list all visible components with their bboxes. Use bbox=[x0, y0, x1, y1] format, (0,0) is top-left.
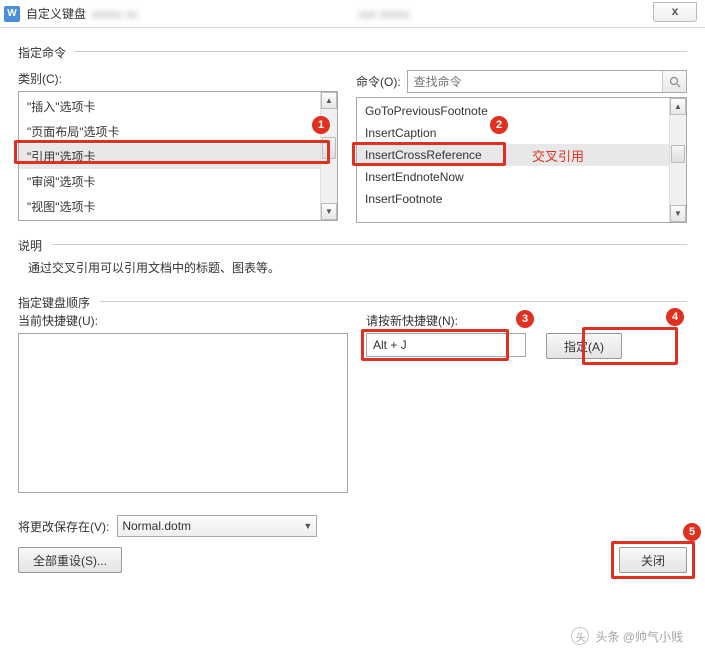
chevron-down-icon: ▼ bbox=[303, 521, 312, 531]
new-shortcut-input[interactable] bbox=[366, 333, 526, 357]
category-label: 类别(C): bbox=[18, 70, 338, 87]
category-item[interactable]: "页面布局"选项卡 bbox=[19, 119, 337, 144]
command-listbox[interactable]: GoToPreviousFootnoteInsertCaptionInsertC… bbox=[356, 97, 687, 223]
section-keyboard: 指定键盘顺序 当前快捷键(U): 请按新快捷键(N): 指定(A) 3 4 bbox=[18, 294, 687, 501]
current-shortcut-box[interactable] bbox=[18, 333, 348, 493]
search-box[interactable] bbox=[407, 70, 687, 93]
close-button[interactable]: x bbox=[653, 2, 697, 22]
scrollbar[interactable]: ▲ ▼ bbox=[320, 92, 337, 220]
category-listbox[interactable]: "插入"选项卡"页面布局"选项卡"引用"选项卡"审阅"选项卡"视图"选项卡 ▲ … bbox=[18, 91, 338, 221]
window-title: 自定义键盘 bbox=[26, 5, 86, 22]
command-label: 命令(O): bbox=[356, 73, 401, 90]
command-item[interactable]: InsertEndnoteNow bbox=[357, 166, 686, 188]
command-item[interactable]: GoToPreviousFootnote bbox=[357, 100, 686, 122]
scrollbar[interactable]: ▲ ▼ bbox=[669, 98, 686, 222]
reset-all-button[interactable]: 全部重设(S)... bbox=[18, 547, 122, 573]
app-icon: W bbox=[4, 6, 20, 22]
command-item[interactable]: InsertCrossReference bbox=[357, 144, 686, 166]
scroll-up-icon[interactable]: ▲ bbox=[321, 92, 337, 109]
category-item[interactable]: "引用"选项卡 bbox=[19, 144, 337, 169]
title-blur: xxxxx xx bbox=[92, 7, 137, 21]
save-in-select[interactable]: Normal.dotm ▼ bbox=[117, 515, 317, 537]
search-input[interactable] bbox=[408, 71, 662, 92]
scroll-down-icon[interactable]: ▼ bbox=[321, 203, 337, 220]
assign-button[interactable]: 指定(A) bbox=[546, 333, 622, 359]
save-in-value: Normal.dotm bbox=[122, 519, 191, 533]
save-in-label: 将更改保存在(V): bbox=[18, 518, 109, 535]
current-shortcut-label: 当前快捷键(U): bbox=[18, 312, 348, 329]
scroll-down-icon[interactable]: ▼ bbox=[670, 205, 686, 222]
section-specify-command: 指定命令 类别(C): "插入"选项卡"页面布局"选项卡"引用"选项卡"审阅"选… bbox=[18, 44, 687, 223]
category-item[interactable]: "视图"选项卡 bbox=[19, 194, 337, 219]
close-dialog-button[interactable]: 关闭 bbox=[619, 547, 687, 573]
description-text: 通过交叉引用可以引用文档中的标题、图表等。 bbox=[18, 251, 687, 280]
command-item[interactable]: InsertFootnote bbox=[357, 188, 686, 210]
legend-keyboard: 指定键盘顺序 bbox=[18, 294, 94, 311]
section-description: 说明 通过交叉引用可以引用文档中的标题、图表等。 bbox=[18, 237, 687, 280]
new-shortcut-label: 请按新快捷键(N): bbox=[366, 312, 687, 329]
titlebar: W 自定义键盘 xxxxx xx xxx xxxxx x bbox=[0, 0, 705, 28]
category-item[interactable]: "插入"选项卡 bbox=[19, 94, 337, 119]
search-icon[interactable] bbox=[662, 71, 686, 92]
title-blur-2: xxx xxxxx bbox=[359, 7, 410, 21]
watermark: 头 头条 @帅气小贱 bbox=[571, 627, 683, 645]
legend-command: 指定命令 bbox=[18, 44, 70, 61]
scroll-up-icon[interactable]: ▲ bbox=[670, 98, 686, 115]
legend-desc: 说明 bbox=[18, 237, 46, 254]
category-item[interactable]: "审阅"选项卡 bbox=[19, 169, 337, 194]
command-item[interactable]: InsertCaption bbox=[357, 122, 686, 144]
